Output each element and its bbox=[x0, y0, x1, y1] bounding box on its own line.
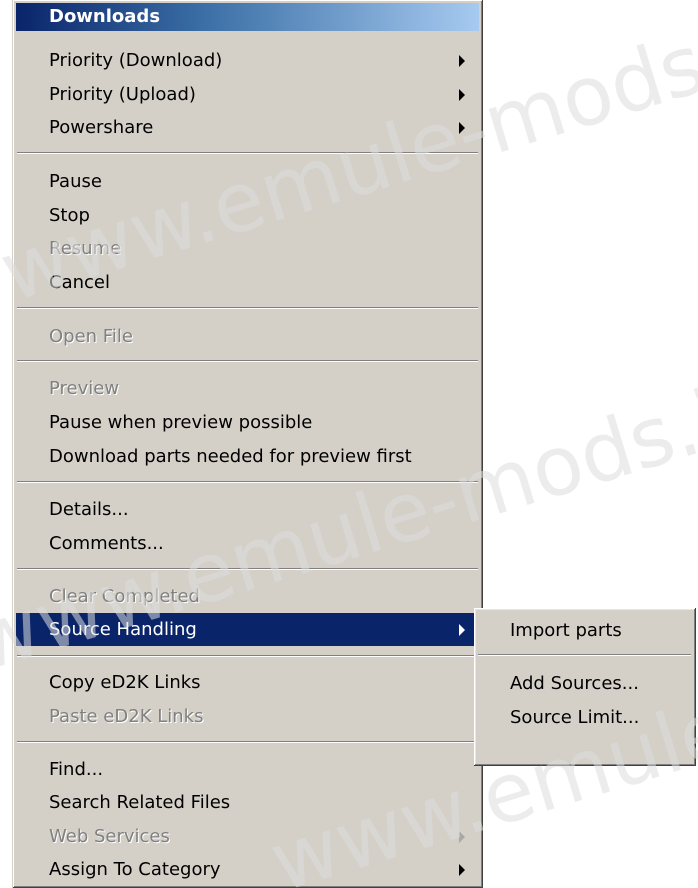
submenu-arrow-icon bbox=[459, 863, 465, 876]
menu-separator bbox=[17, 360, 478, 362]
submenu-item-source-limit[interactable]: Source Limit... bbox=[478, 701, 691, 734]
submenu-arrow-icon bbox=[459, 54, 465, 67]
menu-item-download-preview-parts[interactable]: Download parts needed for preview first bbox=[16, 440, 479, 473]
menu-item-open-file: Open File bbox=[49, 326, 133, 347]
menu-item-priority-upload[interactable]: Priority (Upload) bbox=[16, 78, 479, 111]
menu-item-preview: Preview bbox=[49, 378, 120, 399]
menu-separator bbox=[17, 568, 478, 570]
source-handling-submenu: Import parts Add Sources... Source Limit… bbox=[474, 608, 696, 766]
menu-item-stop[interactable]: Stop bbox=[16, 199, 479, 232]
menu-item-label: Web Services bbox=[49, 826, 170, 847]
menu-item-label: Priority (Download) bbox=[49, 50, 223, 71]
menu-item-powershare[interactable]: Powershare bbox=[16, 111, 479, 144]
menu-item-priority-download[interactable]: Priority (Download) bbox=[16, 44, 479, 77]
menu-item-search-related-files[interactable]: Search Related Files bbox=[16, 786, 479, 819]
menu-item-copy-ed2k-links[interactable]: Copy eD2K Links bbox=[16, 666, 479, 699]
menu-separator bbox=[478, 654, 691, 656]
menu-item-find[interactable]: Find... bbox=[16, 753, 479, 786]
menu-separator bbox=[17, 481, 478, 483]
menu-separator bbox=[17, 152, 478, 154]
menu-item-details[interactable]: Details... bbox=[16, 493, 479, 526]
menu-item-comments[interactable]: Comments... bbox=[16, 527, 479, 560]
menu-item-pause[interactable]: Pause bbox=[16, 165, 479, 198]
submenu-item-add-sources[interactable]: Add Sources... bbox=[478, 667, 691, 700]
submenu-arrow-icon bbox=[459, 88, 465, 101]
menu-item-label: Source Handling bbox=[49, 619, 197, 640]
menu-title: Downloads bbox=[16, 3, 479, 31]
menu-item-resume: Resume bbox=[49, 238, 122, 259]
menu-item-web-services: Web Services bbox=[16, 820, 479, 853]
menu-item-assign-to-category[interactable]: Assign To Category bbox=[16, 853, 479, 886]
screen: Downloads Priority (Download) Priority (… bbox=[0, 0, 698, 888]
downloads-context-menu: Downloads Priority (Download) Priority (… bbox=[12, 0, 483, 888]
submenu-arrow-icon bbox=[459, 121, 465, 134]
menu-item-clear-completed: Clear Completed bbox=[49, 586, 200, 607]
menu-item-label: Assign To Category bbox=[49, 859, 221, 880]
submenu-item-import-parts[interactable]: Import parts bbox=[478, 614, 691, 647]
menu-separator bbox=[17, 307, 478, 309]
menu-separator bbox=[17, 655, 478, 657]
menu-item-paste-ed2k-links: Paste eD2K Links bbox=[49, 706, 204, 727]
menu-item-pause-when-preview[interactable]: Pause when preview possible bbox=[16, 406, 479, 439]
submenu-arrow-icon bbox=[459, 623, 465, 636]
menu-item-source-handling[interactable]: Source Handling bbox=[16, 613, 479, 646]
menu-item-cancel[interactable]: Cancel bbox=[16, 266, 479, 299]
submenu-arrow-icon bbox=[459, 830, 465, 843]
menu-separator bbox=[17, 741, 478, 743]
menu-item-label: Priority (Upload) bbox=[49, 84, 196, 105]
menu-item-label: Powershare bbox=[49, 117, 154, 138]
